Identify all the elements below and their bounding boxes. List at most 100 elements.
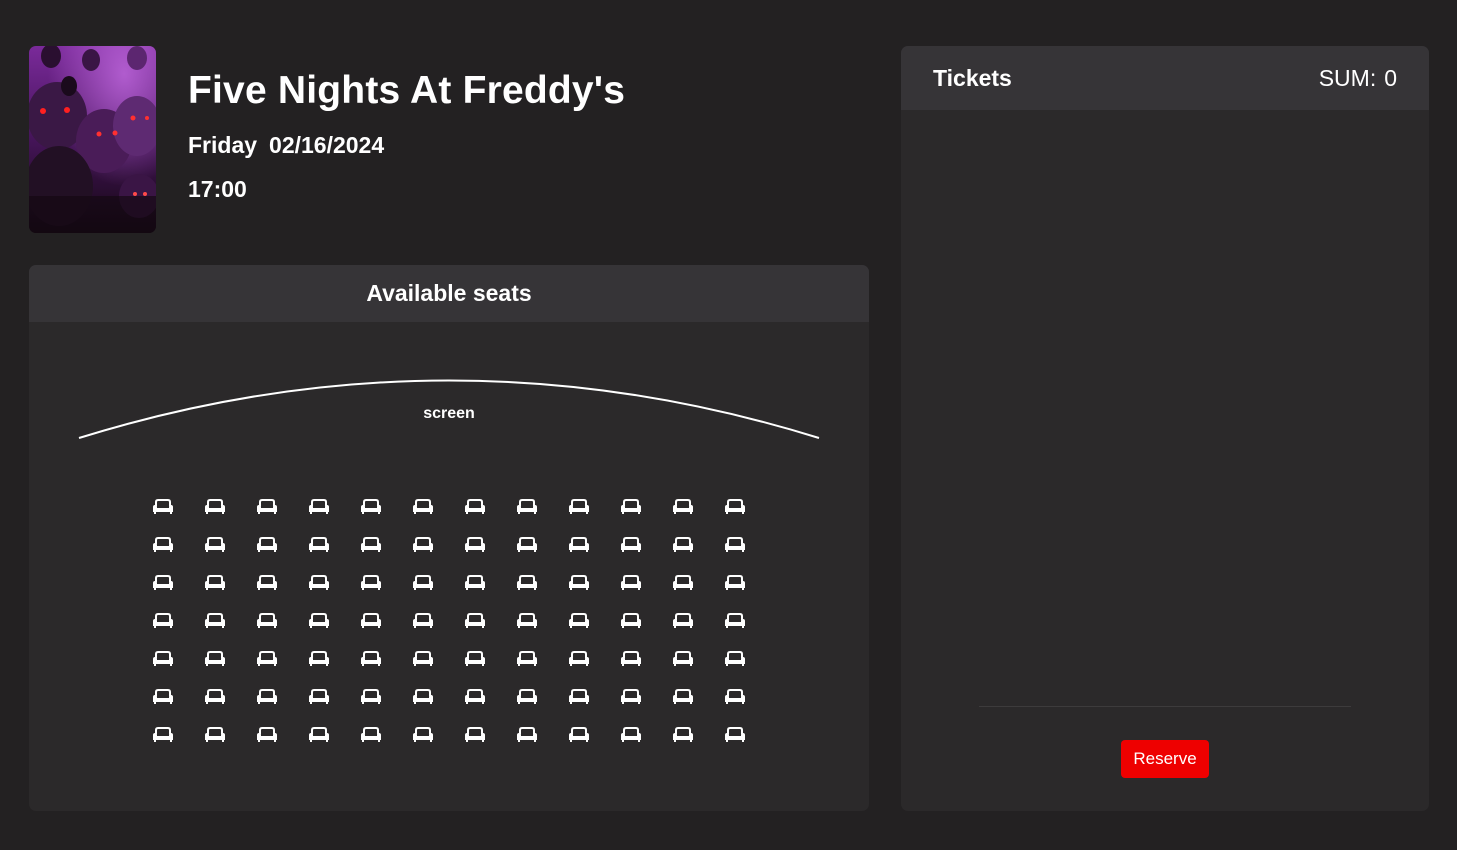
seat[interactable] bbox=[357, 687, 385, 707]
seat[interactable] bbox=[409, 725, 437, 745]
seat[interactable] bbox=[305, 611, 333, 631]
seat[interactable] bbox=[253, 687, 281, 707]
sofa-icon bbox=[205, 575, 225, 590]
seat[interactable] bbox=[149, 573, 177, 593]
seat[interactable] bbox=[669, 573, 697, 593]
reserve-button[interactable]: Reserve bbox=[1121, 740, 1209, 778]
seat[interactable] bbox=[565, 725, 593, 745]
seat[interactable] bbox=[617, 687, 645, 707]
seat[interactable] bbox=[721, 611, 749, 631]
seat[interactable] bbox=[149, 497, 177, 517]
seat[interactable] bbox=[461, 497, 489, 517]
seat[interactable] bbox=[409, 535, 437, 555]
seat[interactable] bbox=[149, 687, 177, 707]
showtime-time: 17:00 bbox=[188, 176, 247, 202]
seat[interactable] bbox=[149, 611, 177, 631]
seat[interactable] bbox=[201, 649, 229, 669]
seat[interactable] bbox=[669, 725, 697, 745]
seat[interactable] bbox=[669, 535, 697, 555]
seat[interactable] bbox=[253, 497, 281, 517]
seat[interactable] bbox=[565, 611, 593, 631]
seat[interactable] bbox=[461, 611, 489, 631]
sofa-icon bbox=[153, 651, 173, 666]
seat[interactable] bbox=[201, 687, 229, 707]
sofa-icon bbox=[725, 537, 745, 552]
seat[interactable] bbox=[669, 649, 697, 669]
seat[interactable] bbox=[409, 649, 437, 669]
seat[interactable] bbox=[617, 611, 645, 631]
sofa-icon bbox=[621, 727, 641, 742]
sofa-icon bbox=[413, 689, 433, 704]
seat[interactable] bbox=[305, 725, 333, 745]
seat[interactable] bbox=[617, 725, 645, 745]
seat[interactable] bbox=[513, 573, 541, 593]
seat[interactable] bbox=[149, 535, 177, 555]
seat[interactable] bbox=[513, 687, 541, 707]
seat[interactable] bbox=[669, 497, 697, 517]
seat[interactable] bbox=[201, 611, 229, 631]
seat[interactable] bbox=[617, 535, 645, 555]
seat[interactable] bbox=[357, 497, 385, 517]
seat[interactable] bbox=[201, 497, 229, 517]
seat[interactable] bbox=[305, 535, 333, 555]
seat[interactable] bbox=[201, 573, 229, 593]
seat[interactable] bbox=[461, 535, 489, 555]
seat[interactable] bbox=[617, 497, 645, 517]
seat[interactable] bbox=[461, 649, 489, 669]
seat[interactable] bbox=[149, 725, 177, 745]
seat[interactable] bbox=[565, 497, 593, 517]
movie-poster bbox=[29, 46, 156, 233]
showtime-day: Friday bbox=[188, 132, 258, 158]
seat[interactable] bbox=[513, 649, 541, 669]
seat[interactable] bbox=[669, 611, 697, 631]
sofa-icon bbox=[673, 537, 693, 552]
seat[interactable] bbox=[721, 497, 749, 517]
seat[interactable] bbox=[253, 725, 281, 745]
seat[interactable] bbox=[565, 687, 593, 707]
sofa-icon bbox=[413, 613, 433, 628]
seat[interactable] bbox=[201, 725, 229, 745]
seat[interactable] bbox=[253, 535, 281, 555]
seat[interactable] bbox=[461, 687, 489, 707]
seat[interactable] bbox=[721, 725, 749, 745]
sofa-icon bbox=[465, 499, 485, 514]
seat[interactable] bbox=[149, 649, 177, 669]
seat[interactable] bbox=[513, 611, 541, 631]
seat[interactable] bbox=[305, 573, 333, 593]
tickets-list bbox=[901, 110, 1429, 706]
seat[interactable] bbox=[305, 497, 333, 517]
seat[interactable] bbox=[669, 687, 697, 707]
seat[interactable] bbox=[565, 573, 593, 593]
seat[interactable] bbox=[201, 535, 229, 555]
seat[interactable] bbox=[513, 535, 541, 555]
seat[interactable] bbox=[513, 725, 541, 745]
seat[interactable] bbox=[253, 649, 281, 669]
seat[interactable] bbox=[357, 535, 385, 555]
seat[interactable] bbox=[253, 611, 281, 631]
sofa-icon bbox=[621, 537, 641, 552]
sofa-icon bbox=[517, 537, 537, 552]
seat[interactable] bbox=[253, 573, 281, 593]
seat[interactable] bbox=[305, 687, 333, 707]
seat[interactable] bbox=[565, 535, 593, 555]
seat[interactable] bbox=[357, 725, 385, 745]
seat[interactable] bbox=[721, 687, 749, 707]
seat[interactable] bbox=[461, 725, 489, 745]
seat[interactable] bbox=[357, 649, 385, 669]
seat[interactable] bbox=[721, 573, 749, 593]
seat[interactable] bbox=[721, 535, 749, 555]
seat[interactable] bbox=[565, 649, 593, 669]
seat[interactable] bbox=[409, 687, 437, 707]
seat[interactable] bbox=[617, 649, 645, 669]
seat[interactable] bbox=[409, 611, 437, 631]
seat[interactable] bbox=[617, 573, 645, 593]
seat[interactable] bbox=[461, 573, 489, 593]
seat[interactable] bbox=[357, 611, 385, 631]
seat[interactable] bbox=[513, 497, 541, 517]
seat[interactable] bbox=[305, 649, 333, 669]
seat[interactable] bbox=[721, 649, 749, 669]
seat[interactable] bbox=[357, 573, 385, 593]
seat[interactable] bbox=[409, 497, 437, 517]
sofa-icon bbox=[205, 499, 225, 514]
seat[interactable] bbox=[409, 573, 437, 593]
